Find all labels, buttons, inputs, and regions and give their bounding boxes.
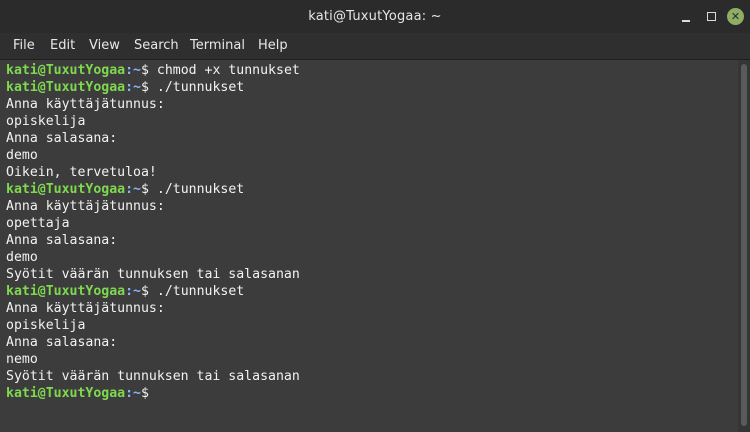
menu-edit[interactable]: Edit [50,33,75,59]
prompt-user: kati@TuxutYogaa [6,63,126,78]
output-line: Oikein, tervetuloa! [6,165,157,180]
output-line: demo [6,148,38,163]
output-line: Anna salasana: [6,131,118,146]
output-line: demo [6,250,38,265]
scrollbar-thumb[interactable] [741,64,747,426]
prompt-line: kati@TuxutYogaa:~$ ./tunnukset [6,181,244,198]
menu-help[interactable]: Help [258,33,288,59]
command-text: ./tunnukset [156,284,245,299]
menu-file[interactable]: File [13,33,35,59]
prompt-user: kati@TuxutYogaa [6,182,126,197]
prompt-user: kati@TuxutYogaa [6,284,126,299]
prompt-separator: : [125,182,134,197]
output-line: opiskelija [6,114,86,129]
menu-bar: File Edit View Search Terminal Help [0,33,750,60]
prompt-line: kati@TuxutYogaa:~$ [6,385,157,402]
command-text: ./tunnukset [156,80,245,95]
terminal-window: kati@TuxutYogaa: ~ ✕ File Edit View Sear… [0,0,750,432]
minimize-icon[interactable] [677,8,695,26]
prompt-user: kati@TuxutYogaa [6,80,126,95]
menu-view[interactable]: View [89,33,120,59]
output-line: opettaja [6,216,70,231]
output-line: nemo [6,352,38,367]
prompt-symbol: $ [141,63,149,78]
output-line: Anna salasana: [6,233,118,248]
prompt-line: kati@TuxutYogaa:~$ ./tunnukset [6,79,244,96]
prompt-path: ~ [133,386,141,401]
output-line: Anna salasana: [6,335,118,350]
prompt-path: ~ [133,284,141,299]
output-line: Anna käyttäjätunnus: [6,199,165,214]
prompt-line: kati@TuxutYogaa:~$ chmod +x tunnukset [6,62,300,79]
menu-search[interactable]: Search [134,33,179,59]
prompt-symbol: $ [141,80,149,95]
command-text: chmod +x tunnukset [156,63,300,78]
prompt-line: kati@TuxutYogaa:~$ ./tunnukset [6,283,244,300]
vertical-scrollbar[interactable] [738,60,750,432]
title-bar[interactable]: kati@TuxutYogaa: ~ ✕ [0,0,750,33]
prompt-path: ~ [133,80,141,95]
prompt-user: kati@TuxutYogaa [6,386,126,401]
command-text: ./tunnukset [156,182,245,197]
prompt-path: ~ [133,182,141,197]
prompt-separator: : [125,386,134,401]
menu-terminal[interactable]: Terminal [190,33,245,59]
prompt-separator: : [125,80,134,95]
output-line: opiskelija [6,318,86,333]
maximize-icon[interactable] [702,8,720,26]
output-line: Anna käyttäjätunnus: [6,97,165,112]
prompt-separator: : [125,63,134,78]
prompt-symbol: $ [141,284,149,299]
prompt-symbol: $ [141,386,149,401]
output-line: Syötit väärän tunnuksen tai salasanan [6,369,300,384]
prompt-path: ~ [133,63,141,78]
output-line: Syötit väärän tunnuksen tai salasanan [6,267,300,282]
window-title: kati@TuxutYogaa: ~ [308,9,442,24]
prompt-symbol: $ [141,182,149,197]
output-line: Anna käyttäjätunnus: [6,301,165,316]
prompt-separator: : [125,284,134,299]
terminal-output[interactable]: kati@TuxutYogaa:~$ chmod +x tunnukset kat… [0,60,738,432]
close-icon[interactable]: ✕ [727,8,744,25]
